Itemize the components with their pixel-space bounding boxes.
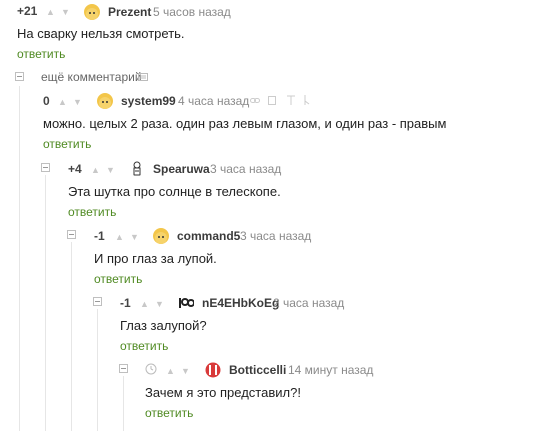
avatar-cat-icon [155,232,167,244]
upvote-icon[interactable]: ▲ [91,165,100,175]
upvote-icon[interactable]: ▲ [46,7,55,17]
thread-line [71,242,72,431]
comment-author[interactable]: Spearuwa [153,162,210,176]
collapse-toggle[interactable] [119,364,128,373]
upvote-icon[interactable]: ▲ [58,97,67,107]
downvote-icon[interactable]: ▼ [61,7,70,17]
clock-icon [145,363,157,375]
comment-author[interactable]: nE4EHbKoEg [202,296,279,310]
comment-time: 3 часа назад [240,229,312,243]
avatar-cat-icon [99,97,111,109]
downvote-icon[interactable]: ▼ [181,366,190,376]
upvote-icon[interactable]: ▲ [140,299,149,309]
comment-time: 2 часа назад [273,296,345,310]
collapse-toggle[interactable] [15,72,24,81]
more-comments-link[interactable]: ещё комментарий [41,70,142,84]
reply-link[interactable]: ответить [145,406,193,420]
avatar[interactable] [129,160,145,176]
avatar-figure-icon [133,161,141,176]
reply-link[interactable]: ответить [43,137,91,151]
avatar[interactable] [178,295,194,311]
downvote-icon[interactable]: ▼ [155,299,164,309]
comment-rating: +21 [17,4,38,18]
thread-line [123,376,124,431]
comment-text: И про глаз за лупой. [94,251,217,266]
collapse-toggle[interactable] [41,163,50,172]
downvote-icon[interactable]: ▼ [73,97,82,107]
avatar-cat-icon [86,8,98,20]
comment-text: Эта шутка про солнце в телескопе. [68,184,281,199]
comment-author[interactable]: Botticcelli [229,363,286,377]
comment-rating: -1 [94,229,105,243]
collapse-toggle[interactable] [67,230,76,239]
avatar[interactable] [84,4,100,20]
comment-text: На сварку нельзя смотреть. [17,26,185,41]
downvote-icon[interactable]: ▼ [130,232,139,242]
save-icon[interactable] [268,96,276,105]
avatar[interactable] [205,362,221,378]
upvote-icon[interactable]: ▲ [166,366,175,376]
comment-rating: -1 [120,296,131,310]
comment-author[interactable]: Prezent [108,5,151,19]
comment-text: Глаз залупой? [120,318,207,333]
comment-rating: +4 [68,162,82,176]
reply-link[interactable]: ответить [120,339,168,353]
comment-time: 3 часа назад [210,162,282,176]
report-icon[interactable] [304,95,310,105]
comment-author[interactable]: command5 [177,229,240,243]
upvote-icon[interactable]: ▲ [115,232,124,242]
avatar[interactable] [97,93,113,109]
avatar-striped-icon [205,362,221,378]
collapse-toggle[interactable] [93,297,102,306]
comment-text: Зачем я это представил?! [145,385,301,400]
downvote-icon[interactable]: ▼ [106,165,115,175]
comment-author[interactable]: system99 [121,94,176,108]
reply-link[interactable]: ответить [68,205,116,219]
comment-rating: 0 [43,94,50,108]
comment-text: можно. целых 2 раза. один раз левым глаз… [43,116,447,131]
thread-line [97,309,98,431]
comment-time: 14 минут назад [288,363,374,377]
comment-icon [138,73,148,81]
thread-line [45,175,46,431]
avatar[interactable] [153,228,169,244]
link-icon[interactable] [250,97,260,105]
reply-link[interactable]: ответить [94,272,142,286]
pin-icon[interactable] [287,95,295,105]
comment-time: 4 часа назад [178,94,250,108]
comment-time: 5 часов назад [153,5,231,19]
avatar-logo-icon [178,297,194,309]
thread-line [19,86,20,431]
reply-link[interactable]: ответить [17,47,65,61]
